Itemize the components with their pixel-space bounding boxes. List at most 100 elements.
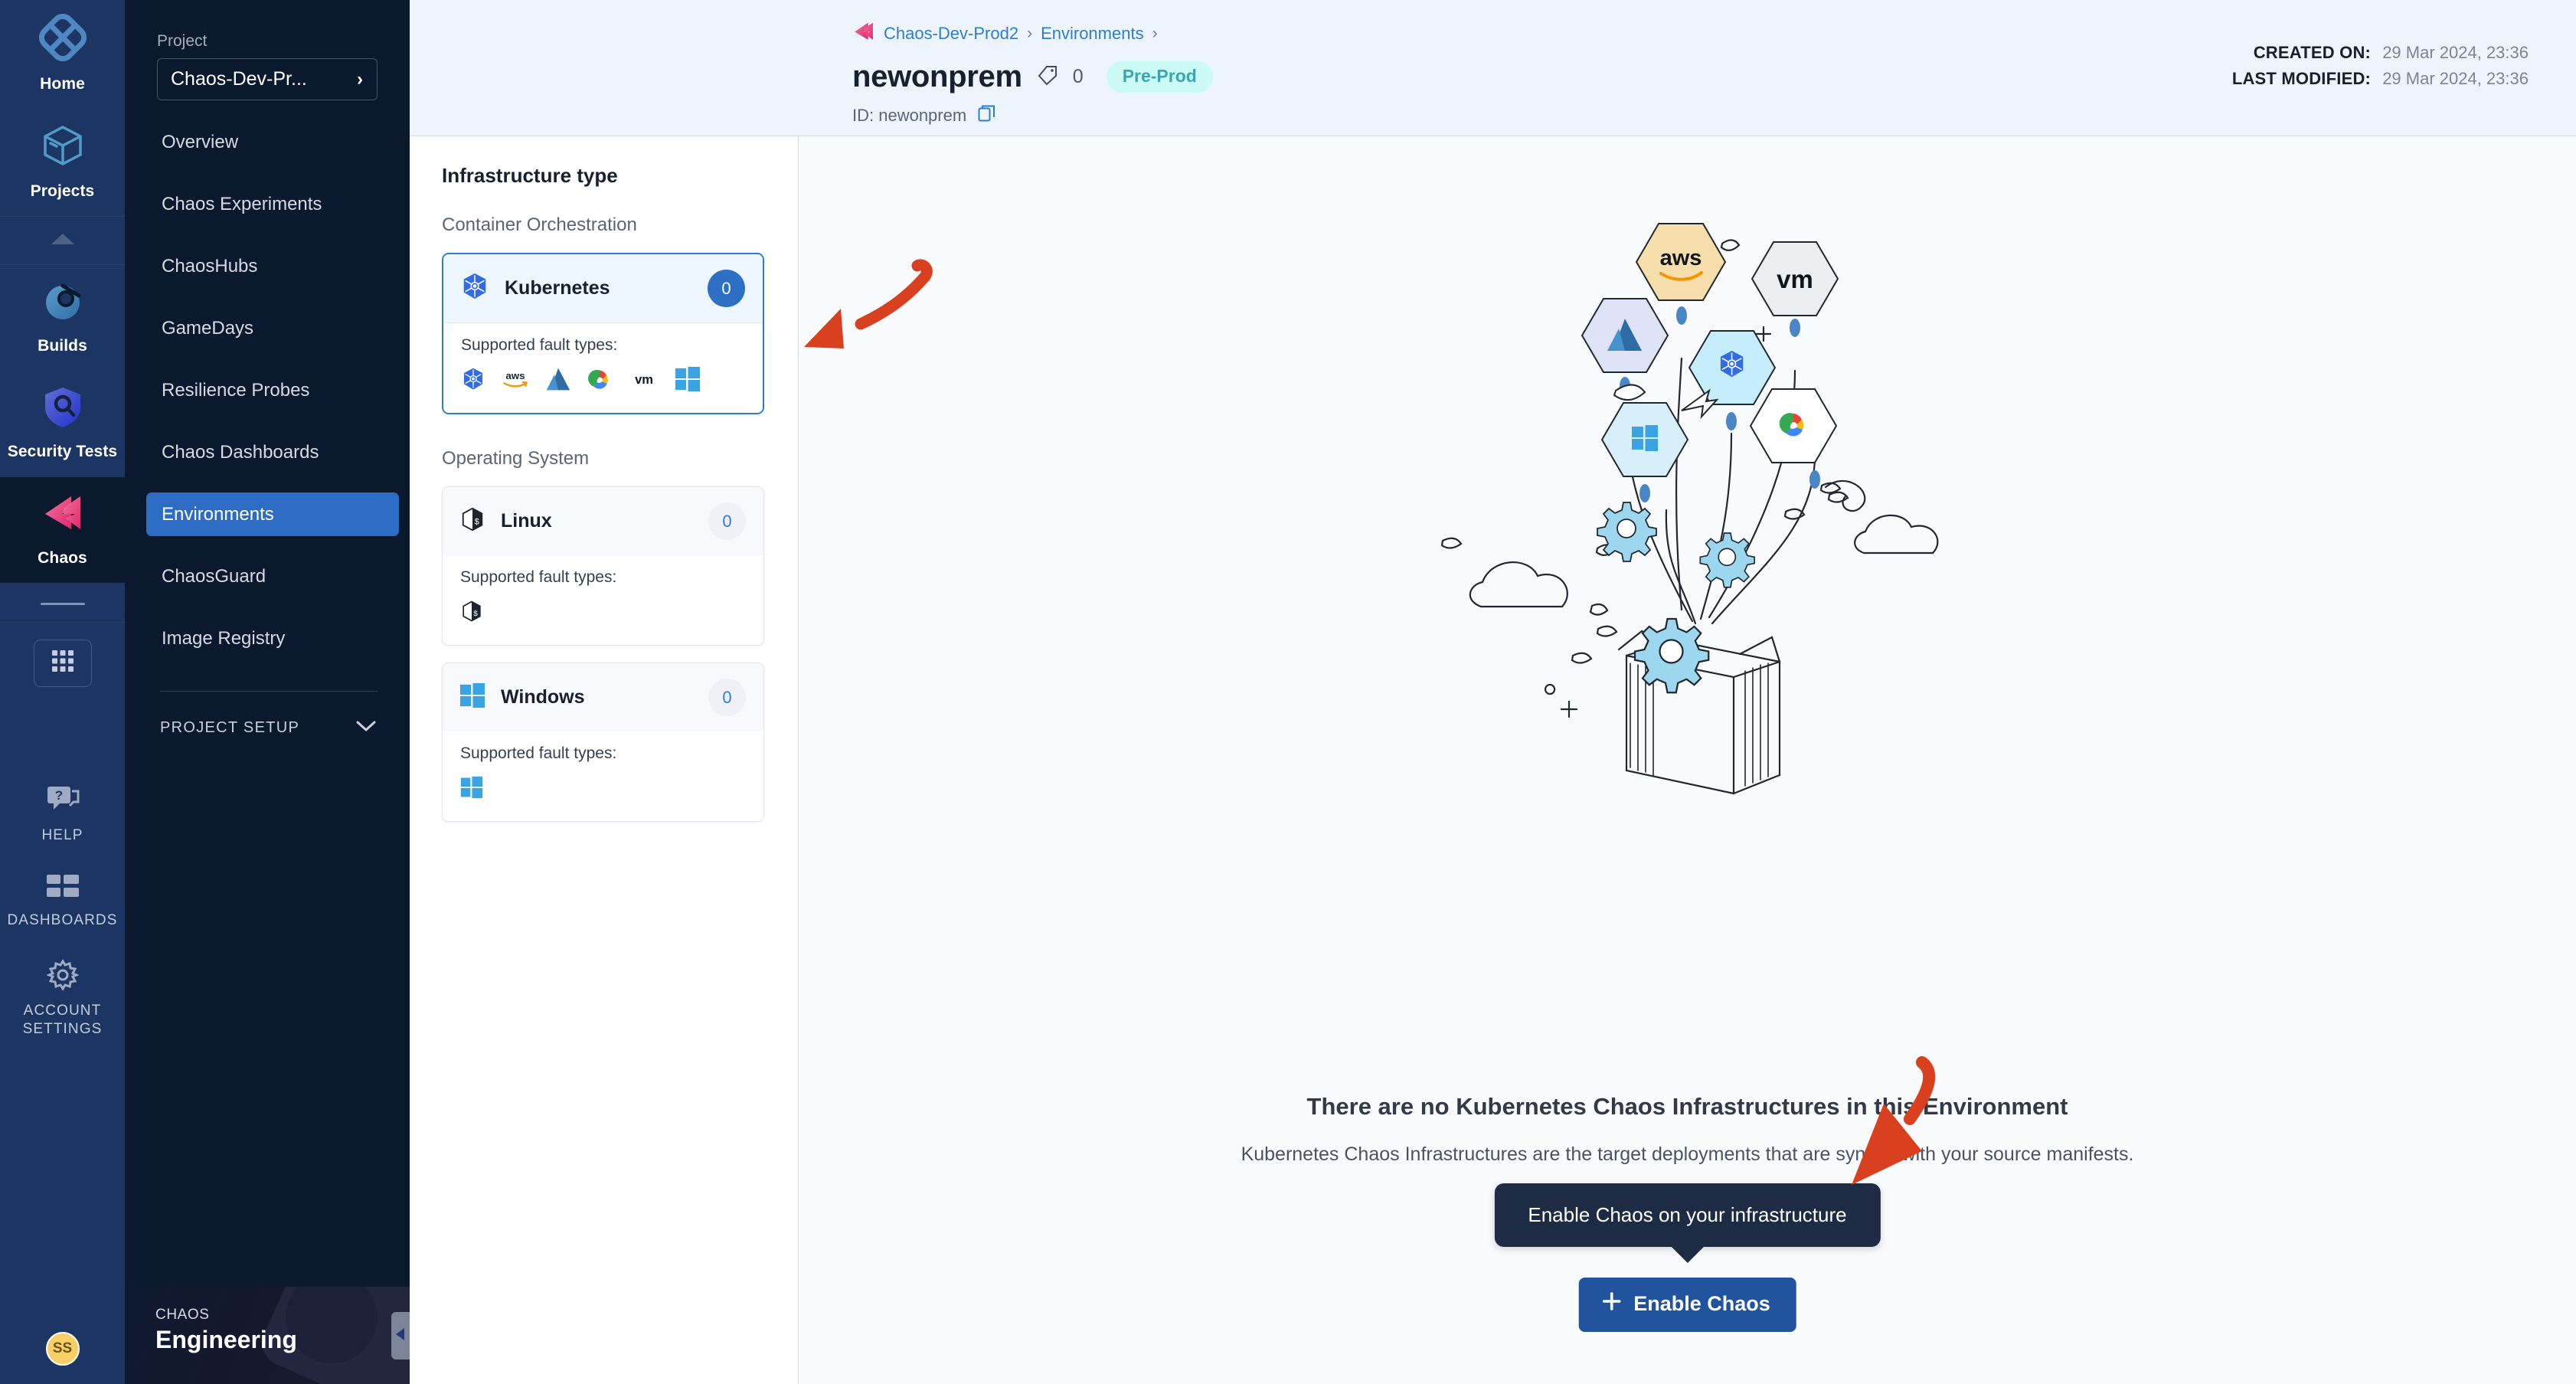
- footer-title: Engineering: [155, 1326, 297, 1353]
- section-title-container-orchestration: Container Orchestration: [442, 214, 637, 235]
- card-header: Windows 0: [443, 663, 763, 731]
- project-label: Project: [157, 32, 208, 50]
- infra-count-badge: 0: [708, 502, 746, 540]
- project-nav-list: Overview Chaos Experiments ChaosHubs Gam…: [125, 120, 410, 679]
- cube-icon: [40, 123, 86, 172]
- breadcrumb-link-environments[interactable]: Environments: [1041, 24, 1144, 44]
- sidebar-item-chaos-dashboards[interactable]: Chaos Dashboards: [146, 430, 399, 474]
- supported-fault-type-icons: $: [460, 597, 746, 628]
- card-title: Linux: [501, 510, 552, 532]
- sidebar-collapse-handle[interactable]: [391, 1312, 410, 1359]
- sidebar-item-gamedays[interactable]: GameDays: [146, 306, 399, 350]
- empty-state-pane: aws vm There are no Kubernetes Chaos Inf…: [799, 136, 2576, 1384]
- last-modified-label: LAST MODIFIED:: [2231, 69, 2372, 89]
- breadcrumb-separator: ›: [1152, 24, 1158, 42]
- rail-collapse-toggle[interactable]: [0, 217, 125, 265]
- breadcrumb-separator: ›: [1027, 24, 1033, 42]
- entity-id-text: ID: newonprem: [852, 105, 967, 125]
- rail-item-home[interactable]: Home: [0, 0, 125, 109]
- sidebar-item-label: Chaos Experiments: [162, 193, 322, 214]
- sidebar-item-overview[interactable]: Overview: [146, 120, 399, 164]
- windows-icon: [460, 776, 483, 803]
- card-title: Windows: [501, 686, 585, 708]
- rail-label: DASHBOARDS: [7, 912, 118, 929]
- infra-count-badge: 0: [708, 270, 745, 307]
- last-modified-value: 29 Mar 2024, 23:36: [2382, 69, 2529, 89]
- sidebar-item-label: Resilience Probes: [162, 379, 310, 401]
- rail-label: Home: [40, 75, 85, 93]
- svg-text:vm: vm: [635, 373, 653, 387]
- page-header: Chaos-Dev-Prod2 › Environments › newonpr…: [410, 0, 2576, 136]
- infrastructure-type-pane: Infrastructure type Container Orchestrat…: [410, 136, 799, 1384]
- card-body: Supported fault types: $: [443, 555, 763, 645]
- empty-state-title: There are no Kubernetes Chaos Infrastruc…: [1306, 1093, 2068, 1120]
- rail-item-builds[interactable]: Builds: [0, 265, 125, 371]
- linux-terminal-icon: $: [460, 600, 483, 627]
- card-header: Kubernetes 0: [443, 254, 763, 322]
- main-content: Chaos-Dev-Prod2 › Environments › newonpr…: [410, 0, 2576, 1384]
- infra-card-windows[interactable]: Windows 0 Supported fault types:: [442, 663, 764, 822]
- tag-icon: [1037, 64, 1058, 90]
- primary-nav-rail: Home Projects Builds Security Tests Chao…: [0, 0, 125, 1384]
- rail-item-projects[interactable]: Projects: [0, 109, 125, 216]
- rail-item-chaos[interactable]: Chaos: [0, 477, 125, 583]
- sidebar-item-chaosguard[interactable]: ChaosGuard: [146, 555, 399, 598]
- breadcrumb-link-project[interactable]: Chaos-Dev-Prod2: [884, 24, 1018, 44]
- card-body: Supported fault types:: [443, 322, 763, 413]
- sidebar-project-setup-label: PROJECT SETUP: [160, 719, 300, 736]
- infra-card-linux[interactable]: $ Linux 0 Supported fault types: $: [442, 486, 764, 646]
- svg-text:vm: vm: [1777, 265, 1813, 293]
- supported-fault-types-label: Supported fault types:: [460, 744, 617, 762]
- svg-text:aws: aws: [505, 370, 525, 381]
- rail-item-security-tests[interactable]: Security Tests: [0, 371, 125, 476]
- created-on-value: 29 Mar 2024, 23:36: [2382, 43, 2529, 62]
- sidebar-item-chaos-experiments[interactable]: Chaos Experiments: [146, 182, 399, 226]
- enable-chaos-button[interactable]: Enable Chaos: [1578, 1278, 1796, 1332]
- last-modified-row: LAST MODIFIED: 29 Mar 2024, 23:36: [2232, 66, 2529, 92]
- rail-handle-dash: [40, 602, 85, 605]
- rail-label: Security Tests: [7, 443, 118, 461]
- sidebar-item-chaoshubs[interactable]: ChaosHubs: [146, 244, 399, 288]
- rail-item-account-settings[interactable]: ACCOUNT SETTINGS: [0, 945, 125, 1054]
- status-badge: Pre-Prod: [1106, 61, 1213, 93]
- infra-card-kubernetes[interactable]: Kubernetes 0 Supported fault types: aws …: [442, 253, 764, 414]
- chevron-up-icon: [49, 231, 77, 250]
- aws-icon: aws: [500, 368, 531, 394]
- rail-item-help[interactable]: ? HELP: [0, 771, 125, 860]
- supported-fault-type-icons: [460, 774, 746, 804]
- header-metadata: CREATED ON: 29 Mar 2024, 23:36 LAST MODI…: [2232, 40, 2529, 92]
- project-selector[interactable]: Chaos-Dev-Pr... ›: [157, 58, 378, 100]
- project-selector-value: Chaos-Dev-Pr...: [171, 68, 307, 90]
- sidebar-item-environments[interactable]: Environments: [146, 492, 399, 536]
- tag-count: 0: [1072, 66, 1084, 87]
- svg-text:$: $: [474, 519, 479, 528]
- rail-module-group: Builds Security Tests: [0, 265, 125, 477]
- chevron-right-icon: ›: [357, 68, 363, 90]
- created-on-label: CREATED ON:: [2253, 43, 2372, 62]
- sidebar-item-label: GameDays: [162, 317, 254, 339]
- sidebar-item-resilience-probes[interactable]: Resilience Probes: [146, 368, 399, 412]
- card-title: Kubernetes: [505, 277, 610, 299]
- svg-text:?: ?: [54, 788, 62, 803]
- rail-chaos-group: Chaos: [0, 476, 125, 583]
- infra-count-badge: 0: [708, 679, 746, 716]
- section-title-operating-system: Operating System: [442, 448, 590, 469]
- apps-grid-button[interactable]: [33, 639, 92, 687]
- rail-label: Builds: [38, 337, 87, 355]
- sidebar-project-setup-toggle[interactable]: PROJECT SETUP: [160, 719, 376, 737]
- supported-fault-type-icons: aws vm: [461, 365, 745, 396]
- plus-icon: [1601, 1291, 1621, 1317]
- shield-icon: [41, 384, 85, 433]
- kubernetes-icon: [460, 272, 489, 305]
- supported-fault-types-label: Supported fault types:: [460, 568, 617, 586]
- rail-item-dashboards[interactable]: DASHBOARDS: [0, 859, 125, 945]
- pane-heading: Infrastructure type: [442, 164, 618, 187]
- copy-icon[interactable]: [978, 104, 996, 126]
- sidebar-item-image-registry[interactable]: Image Registry: [146, 617, 399, 660]
- avatar[interactable]: SS: [45, 1332, 80, 1366]
- dashboards-grid-icon: [46, 873, 80, 905]
- vmware-icon: vm: [628, 369, 660, 393]
- rail-label: ACCOUNT SETTINGS: [22, 1003, 103, 1037]
- app-root: Home Projects Builds Security Tests Chao…: [0, 0, 2576, 1384]
- page-title: newonprem: [852, 60, 1022, 93]
